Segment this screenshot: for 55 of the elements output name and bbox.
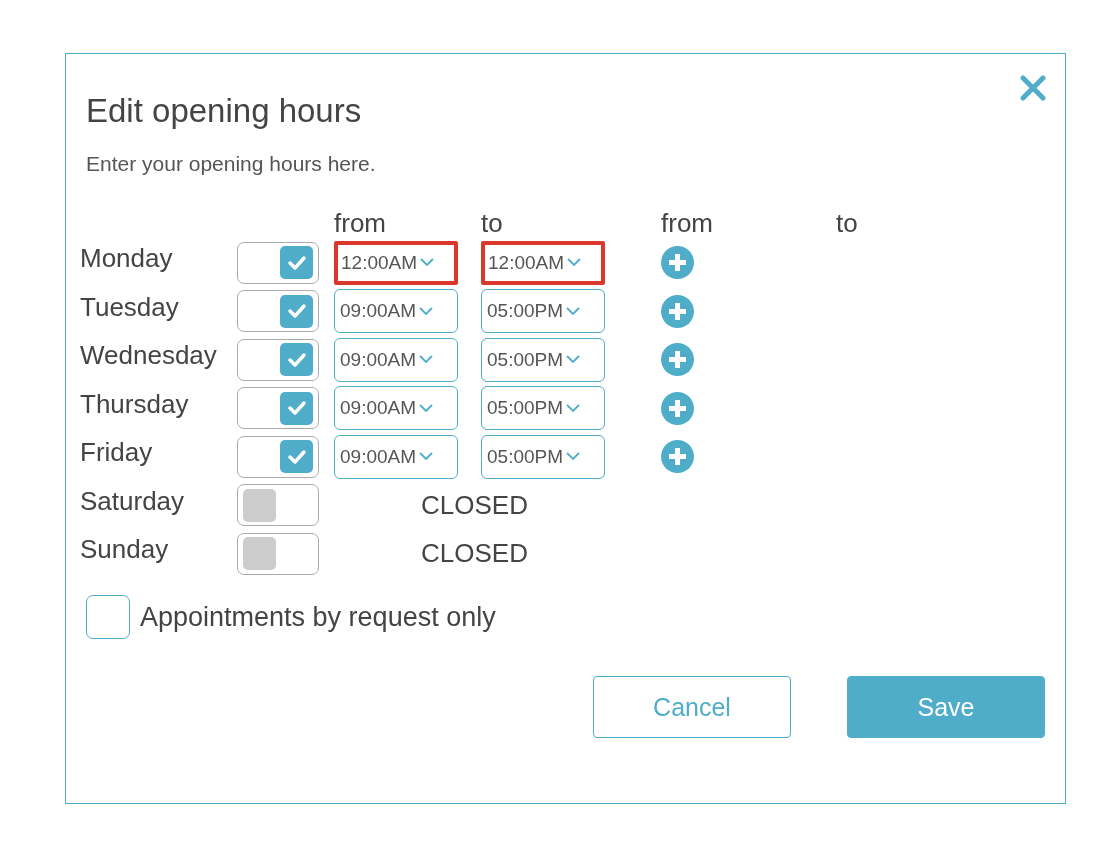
chevron-down-icon: [566, 403, 581, 413]
chevron-down-icon: [566, 306, 581, 316]
check-icon: [286, 303, 307, 320]
check-icon: [286, 448, 307, 465]
time-select[interactable]: 09:00AM: [334, 289, 458, 334]
time-select[interactable]: 05:00PM: [481, 386, 605, 431]
time-select[interactable]: 05:00PM: [481, 434, 605, 479]
add-icon[interactable]: [661, 391, 694, 425]
day-label: Monday: [80, 243, 173, 275]
day-toggle[interactable]: [237, 435, 319, 478]
checkbox-label: Appointments by request only: [140, 601, 496, 633]
day-label: Saturday: [80, 485, 185, 517]
day-toggle[interactable]: [237, 338, 319, 381]
chevron-down-icon: [566, 452, 581, 462]
add-icon[interactable]: [661, 440, 694, 474]
time-select[interactable]: 12:00AM: [334, 240, 458, 285]
day-label: Friday: [80, 437, 153, 469]
day-toggle[interactable]: [237, 484, 319, 527]
close-icon[interactable]: [1020, 75, 1046, 101]
dialog-subtitle: Enter your opening hours here.: [86, 152, 377, 176]
chevron-down-icon: [420, 258, 435, 268]
column-header: from: [661, 207, 713, 239]
dialog-title: Edit opening hours: [86, 92, 363, 130]
check-icon: [286, 351, 307, 368]
day-label: Thursday: [80, 388, 189, 420]
checkbox[interactable]: [86, 595, 130, 639]
closed-label: CLOSED: [420, 489, 528, 521]
day-toggle[interactable]: [237, 290, 319, 333]
day-toggle[interactable]: [237, 532, 319, 575]
chevron-down-icon: [419, 452, 434, 462]
day-label: Tuesday: [80, 291, 179, 323]
column-header: from: [334, 207, 386, 239]
check-icon: [286, 254, 307, 271]
add-icon[interactable]: [661, 343, 694, 377]
day-label: Sunday: [80, 534, 169, 566]
time-select[interactable]: 09:00AM: [334, 337, 458, 382]
chevron-down-icon: [419, 403, 434, 413]
time-select[interactable]: 05:00PM: [481, 289, 605, 334]
time-select[interactable]: 09:00AM: [334, 386, 458, 431]
add-icon[interactable]: [661, 246, 694, 280]
chevron-down-icon: [419, 306, 434, 316]
time-select[interactable]: 05:00PM: [481, 337, 605, 382]
time-select[interactable]: 09:00AM: [334, 434, 458, 479]
column-header: to: [836, 207, 858, 239]
chevron-down-icon: [567, 258, 582, 268]
chevron-down-icon: [419, 355, 434, 365]
chevron-down-icon: [566, 355, 581, 365]
day-label: Wednesday: [80, 340, 217, 372]
day-toggle[interactable]: [237, 387, 319, 430]
time-select[interactable]: 12:00AM: [481, 240, 605, 285]
day-toggle[interactable]: [237, 241, 319, 284]
closed-label: CLOSED: [420, 538, 528, 570]
add-icon[interactable]: [661, 294, 694, 328]
column-header: to: [481, 207, 503, 239]
check-icon: [286, 400, 307, 417]
